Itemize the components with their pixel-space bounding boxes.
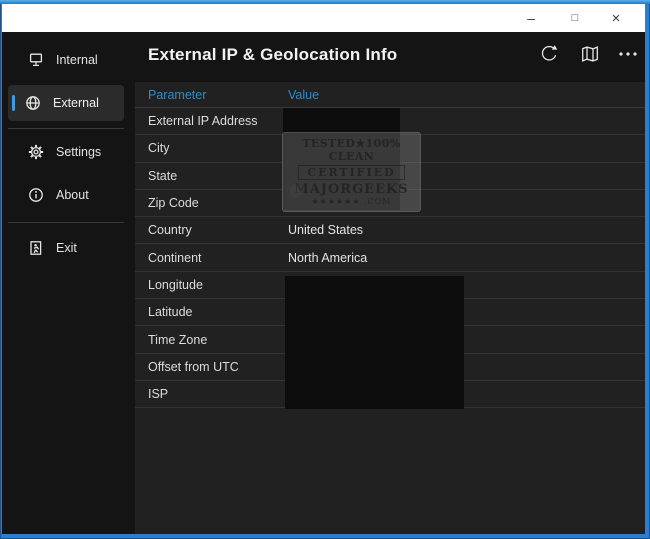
watermark-dotcom: .COM: [364, 197, 391, 206]
param-cell: City: [135, 141, 286, 155]
redaction-box: [285, 276, 464, 409]
param-cell: Zip Code: [135, 196, 286, 210]
app-window: – □ × External IP & Geolocation Info: [0, 0, 650, 539]
refresh-button[interactable]: [537, 42, 561, 66]
maximize-icon: □: [572, 12, 579, 24]
sidebar-item-settings[interactable]: Settings: [2, 139, 135, 165]
gorilla-watermark-icon: [286, 175, 308, 205]
majorgeeks-watermark-badge: TESTED★100% CLEAN CERTIFIED MAJORGEEKS ★…: [282, 132, 421, 212]
watermark-stars: ★★★★★★: [312, 197, 361, 206]
maximize-button[interactable]: □: [558, 4, 592, 32]
table-row: Country United States: [135, 217, 645, 244]
param-cell: Offset from UTC: [135, 360, 286, 374]
watermark-line-tested: TESTED★100% CLEAN: [283, 137, 420, 163]
sidebar-item-label: Settings: [56, 145, 101, 159]
watermark-line-stars: ★★★★★★ .COM: [312, 197, 392, 207]
param-cell: ISP: [135, 387, 286, 401]
sidebar-item-label: Exit: [56, 241, 77, 255]
sidebar-divider: [8, 128, 124, 129]
param-cell: State: [135, 169, 286, 183]
sidebar-divider: [8, 222, 124, 223]
gear-icon: [28, 144, 44, 160]
watermark-line-majorgeeks: MAJORGEEKS: [294, 182, 408, 197]
column-header-value: Value: [286, 88, 319, 102]
param-cell: Longitude: [135, 278, 286, 292]
watermark-line-certified: CERTIFIED: [298, 165, 404, 180]
geolocation-table: Parameter Value External IP Address City…: [135, 82, 645, 534]
exit-icon: [28, 240, 44, 256]
map-button[interactable]: [578, 42, 602, 66]
close-button[interactable]: ×: [599, 4, 633, 32]
minimize-icon: –: [527, 10, 535, 26]
sidebar-item-internal[interactable]: Internal: [2, 47, 135, 73]
app-frame: External IP & Geolocation Info: [2, 32, 645, 534]
close-icon: ×: [612, 10, 621, 27]
refresh-icon: [539, 44, 559, 64]
more-icon: [617, 44, 639, 64]
map-icon: [580, 44, 600, 64]
param-cell: Continent: [135, 251, 286, 265]
globe-icon: [25, 95, 41, 111]
selection-accent-bar: [12, 95, 15, 111]
param-cell: Time Zone: [135, 333, 286, 347]
sidebar-item-label: External: [53, 96, 99, 110]
sidebar: Internal External: [2, 32, 135, 534]
param-cell: Latitude: [135, 305, 286, 319]
minimize-button[interactable]: –: [514, 4, 548, 32]
sidebar-item-label: About: [56, 188, 89, 202]
param-cell: External IP Address: [135, 114, 286, 128]
value-cell: North America: [286, 251, 367, 265]
more-options-button[interactable]: [616, 42, 640, 66]
page-title: External IP & Geolocation Info: [148, 45, 397, 65]
sidebar-item-about[interactable]: About: [2, 182, 135, 208]
titlebar: – □ ×: [2, 4, 645, 32]
value-cell: United States: [286, 223, 363, 237]
computer-icon: [28, 52, 44, 68]
sidebar-item-exit[interactable]: Exit: [2, 235, 135, 261]
param-cell: Country: [135, 223, 286, 237]
sidebar-item-label: Internal: [56, 53, 98, 67]
table-row: Continent North America: [135, 244, 645, 271]
column-header-parameter: Parameter: [135, 88, 286, 102]
table-header-row: Parameter Value: [135, 82, 645, 108]
sidebar-item-external[interactable]: External: [8, 85, 124, 121]
info-icon: [28, 187, 44, 203]
